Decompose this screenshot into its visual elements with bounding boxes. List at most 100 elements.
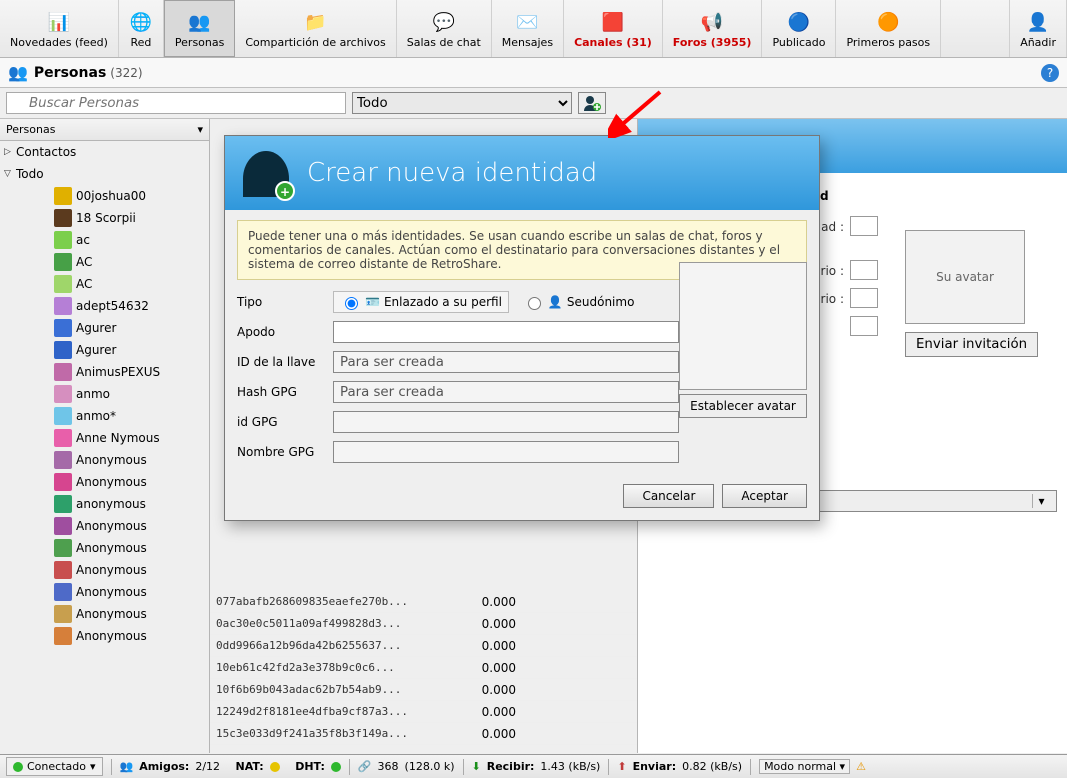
hash-score: 0.000: [456, 617, 536, 631]
toolbar-label: Novedades (feed): [10, 36, 108, 49]
peers-count: 368: [378, 760, 399, 773]
tree-group[interactable]: ▷Contactos: [0, 141, 209, 163]
toolbar-share[interactable]: 📁 Compartición de archivos: [235, 0, 396, 57]
tree-item[interactable]: AC: [0, 273, 209, 295]
hash-row[interactable]: 12249d2f8181ee4dfba9cf87a3...0.000: [210, 701, 637, 723]
tree-item[interactable]: Anonymous: [0, 449, 209, 471]
hash-score: 0.000: [456, 639, 536, 653]
radio-pseudo-input[interactable]: [528, 297, 541, 310]
left-column: Personas ▾ ▷Contactos▽Todo00joshua0018 S…: [0, 119, 210, 753]
item-label: Anne Nymous: [76, 431, 160, 445]
tree-header[interactable]: Personas ▾: [0, 119, 209, 141]
toolbar-pub[interactable]: 🔵Publicado: [762, 0, 836, 57]
radio-linked-input[interactable]: [345, 297, 358, 310]
tree-item[interactable]: Agurer: [0, 317, 209, 339]
avatar-icon: [54, 209, 72, 227]
toolbar-feed[interactable]: 📊 Novedades (feed): [0, 0, 119, 57]
tree-item[interactable]: AnimusPEXUS: [0, 361, 209, 383]
tree-item[interactable]: Anonymous: [0, 559, 209, 581]
tree-item[interactable]: Anonymous: [0, 515, 209, 537]
avatar-icon: [54, 253, 72, 271]
radio-linked[interactable]: 🪪Enlazado a su perfil: [333, 291, 509, 313]
tree-item[interactable]: ac: [0, 229, 209, 251]
toolbar-start[interactable]: 🟠Primeros pasos: [836, 0, 941, 57]
avatar-icon: [54, 231, 72, 249]
toolbar-chan[interactable]: 🟥Canales (31): [564, 0, 663, 57]
hash-row[interactable]: 15c3e033d9f241a35f8b3f149a...0.000: [210, 723, 637, 745]
toolbar-add[interactable]: 👤Añadir: [1010, 0, 1067, 57]
tree-item[interactable]: Anonymous: [0, 471, 209, 493]
toolbar-net[interactable]: 🌐Red: [119, 0, 164, 57]
mode-select[interactable]: Modo normal ▾: [759, 759, 850, 774]
add-identity-button[interactable]: [578, 92, 606, 114]
gpghash-field: [333, 381, 679, 403]
hash-row[interactable]: 077abafb268609835eaefe270b...0.000: [210, 591, 637, 613]
tree-item[interactable]: AC: [0, 251, 209, 273]
tree-item[interactable]: adept54632: [0, 295, 209, 317]
toolbar-people[interactable]: 👥Personas: [164, 0, 235, 57]
cancel-button[interactable]: Cancelar: [623, 484, 714, 508]
dialog-title: Crear nueva identidad: [307, 158, 597, 188]
warning-icon: ⚠: [856, 760, 866, 773]
share-icon: 📁: [304, 10, 328, 34]
pub-icon: 🔵: [787, 10, 811, 34]
avatar-icon: [54, 495, 72, 513]
toolbar-chat[interactable]: 💬Salas de chat: [397, 0, 492, 57]
toolbar-msg[interactable]: ✉️Mensajes: [492, 0, 564, 57]
nickname-input[interactable]: [333, 321, 679, 343]
tree-item[interactable]: Anonymous: [0, 537, 209, 559]
tree-group[interactable]: ▽Todo: [0, 163, 209, 185]
item-label: AnimusPEXUS: [76, 365, 160, 379]
network-icon: 🔗: [358, 760, 372, 773]
item-label: Anonymous: [76, 629, 147, 643]
hash-row[interactable]: 10f6b69b043adac62b7b54ab9...0.000: [210, 679, 637, 701]
feed-icon: 📊: [47, 10, 71, 34]
hash-value: 0dd9966a12b96da42b6255637...: [216, 639, 456, 652]
accept-button[interactable]: Aceptar: [722, 484, 807, 508]
item-label: anonymous: [76, 497, 146, 511]
avatar-icon: [54, 319, 72, 337]
hash-row[interactable]: 0dd9966a12b96da42b6255637...0.000: [210, 635, 637, 657]
connection-status[interactable]: Conectado ▾: [6, 757, 103, 776]
gpgid-field: [333, 411, 679, 433]
recv-label: Recibir:: [487, 760, 535, 773]
tree-item[interactable]: Anonymous: [0, 603, 209, 625]
tree-item[interactable]: Agurer: [0, 339, 209, 361]
tree-item[interactable]: anmo: [0, 383, 209, 405]
toolbar-label: Primeros pasos: [846, 36, 930, 49]
send-invite-button[interactable]: Enviar invitación: [905, 332, 1038, 357]
tree-item[interactable]: Anonymous: [0, 581, 209, 603]
toolbar-label: Compartición de archivos: [245, 36, 385, 49]
item-label: anmo*: [76, 409, 116, 423]
item-label: anmo: [76, 387, 110, 401]
tree-item[interactable]: Anne Nymous: [0, 427, 209, 449]
tree-header-label: Personas: [6, 123, 55, 136]
tree-item[interactable]: 00joshua00: [0, 185, 209, 207]
tree-item[interactable]: 18 Scorpii: [0, 207, 209, 229]
peers-size: (128.0 k): [405, 760, 455, 773]
item-label: AC: [76, 277, 92, 291]
toolbar-forum[interactable]: 📢Foros (3955): [663, 0, 763, 57]
avatar-icon: [54, 429, 72, 447]
radio-pseudo[interactable]: 👤Seudónimo: [517, 292, 641, 312]
set-avatar-button[interactable]: Establecer avatar: [679, 394, 807, 418]
expand-icon: ▽: [4, 169, 16, 179]
group-label: Todo: [16, 167, 44, 181]
friends-label: Amigos:: [139, 760, 189, 773]
search-input[interactable]: [6, 92, 346, 114]
main-toolbar: 📊 Novedades (feed) 🌐Red👥Personas 📁 Compartic…: [0, 0, 1067, 58]
led-green-icon: [13, 762, 23, 772]
item-label: adept54632: [76, 299, 149, 313]
filter-select[interactable]: Todo: [352, 92, 572, 114]
chevron-down-icon: ▾: [197, 123, 203, 136]
toolbar-label: Añadir: [1020, 36, 1056, 49]
msg-icon: ✉️: [515, 10, 539, 34]
send-value: 0.82 (kB/s): [682, 760, 742, 773]
hash-row[interactable]: 10eb61c42fd2a3e378b9c0c6...0.000: [210, 657, 637, 679]
tree-item[interactable]: Anonymous: [0, 625, 209, 647]
help-icon[interactable]: ?: [1041, 64, 1059, 82]
hash-row[interactable]: 0ac30e0c5011a09af499828d3...0.000: [210, 613, 637, 635]
tree-item[interactable]: anmo*: [0, 405, 209, 427]
tree-item[interactable]: anonymous: [0, 493, 209, 515]
upload-icon: ⬆: [617, 760, 626, 773]
